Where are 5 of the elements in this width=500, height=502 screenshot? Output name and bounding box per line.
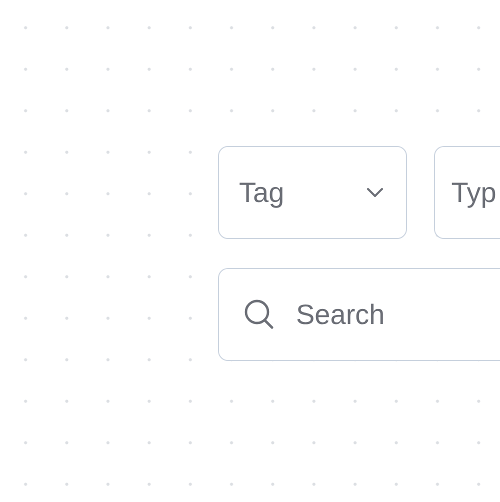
search-icon	[244, 299, 274, 330]
chevron-down-icon	[366, 187, 384, 198]
dropdown[interactable]: Typ	[434, 146, 500, 239]
dropdown[interactable]: Tag	[218, 146, 408, 239]
search-field[interactable]: Search	[218, 268, 500, 361]
